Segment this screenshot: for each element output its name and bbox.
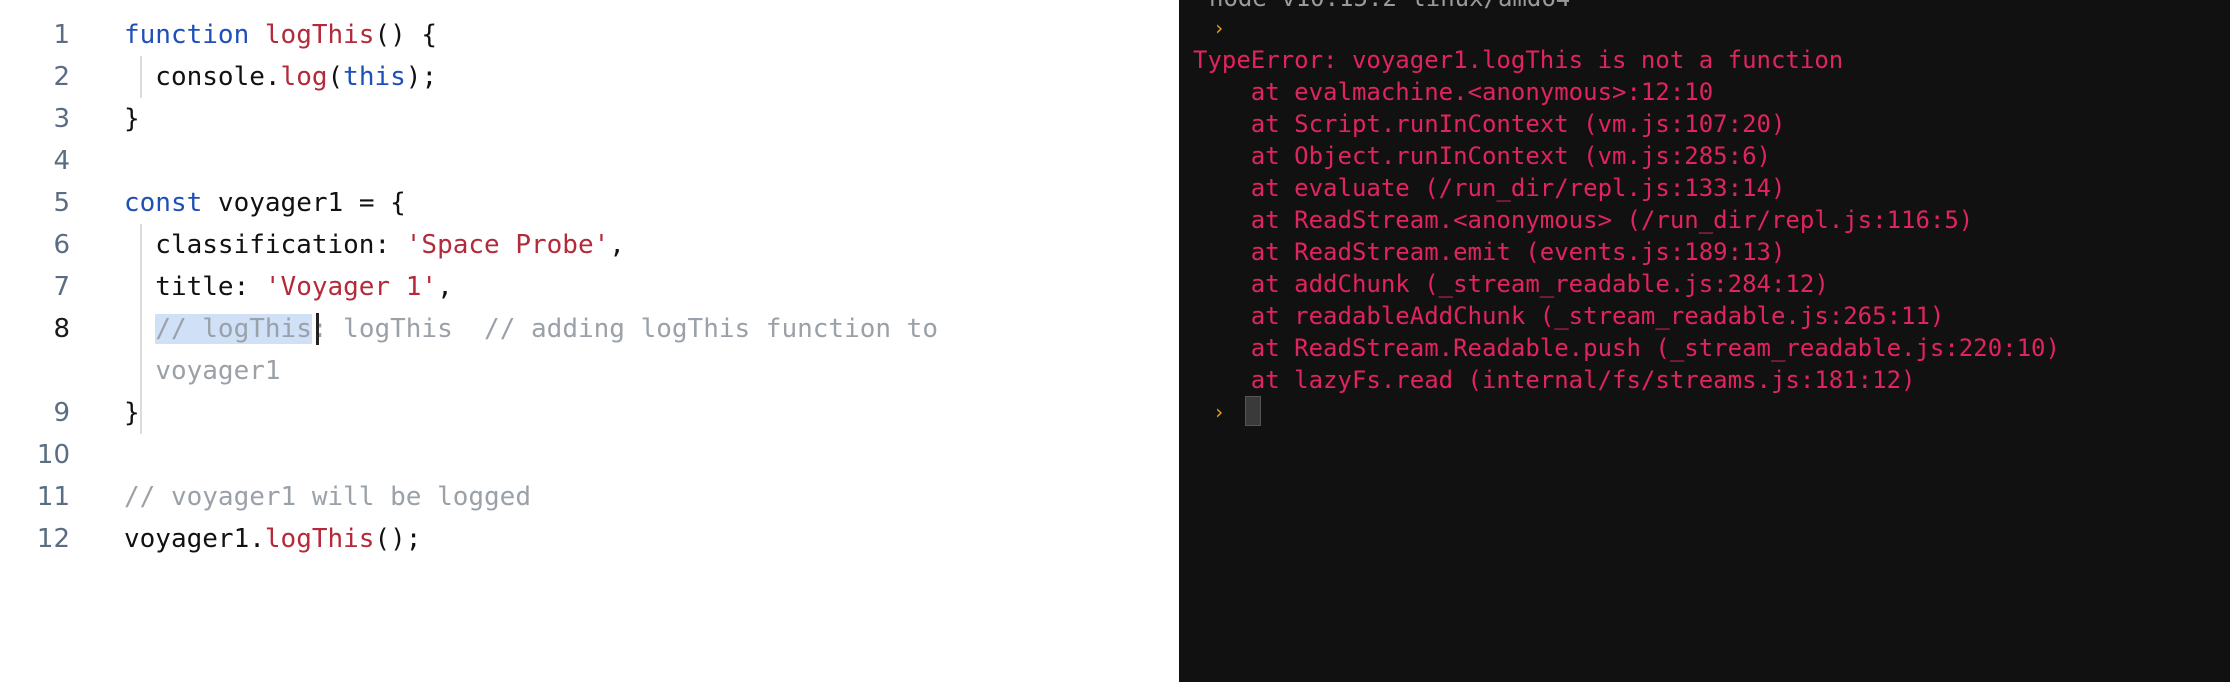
prompt-icon: › [1213,400,1226,424]
code-line[interactable]: 9} [0,392,1127,434]
line-number: 6 [53,230,70,260]
code-token: (); [374,524,422,554]
stack-trace-line: at ReadStream.Readable.push (_stream_rea… [1193,334,2060,362]
code-token: // voyager1 will be logged [124,482,531,512]
code-token: , [609,230,625,260]
code-token: } [124,104,140,134]
code-token: classification: [124,230,406,260]
code-token: , [437,272,453,302]
code-token: ( [327,62,344,92]
code-token: voyager1 [155,356,281,386]
line-number: 10 [36,440,70,470]
terminal-input-cursor[interactable] [1245,396,1261,426]
code-token: function [124,20,250,50]
code-token: 'Voyager 1' [264,272,438,302]
text-cursor [316,313,319,345]
code-token: voyager1. [124,524,265,554]
line-number: 9 [53,398,70,428]
code-token: : logThis // adding logThis function to [311,314,938,344]
code-token: 'Space Probe' [405,230,610,260]
terminal-header: node v10.15.2 linux/amd64 [1209,0,1570,14]
code-line[interactable]: 2 console.log(this); [0,56,1127,98]
code-token: ); [405,62,438,92]
code-token: const [124,188,203,218]
stack-trace-line: at evalmachine.<anonymous>:12:10 [1193,78,1714,106]
code-token: logThis [264,524,375,554]
code-text[interactable]: } [124,98,140,140]
code-line[interactable]: 12 voyager1.logThis(); [0,518,1127,560]
stack-trace-line: at evaluate (/run_dir/repl.js:133:14) [1193,174,1786,202]
code-token: voyager1 = { [202,188,406,218]
code-text[interactable]: } [124,392,140,434]
code-line[interactable]: 8 // logThis: logThis // adding logThis … [0,308,1127,350]
code-line[interactable]: 11 // voyager1 will be logged [0,476,1127,518]
error-message: TypeError: voyager1.logThis is not a fun… [1193,46,1844,74]
code-token: title: [124,272,265,302]
line-number: 12 [36,524,70,554]
stack-trace-line: at Object.runInContext (vm.js:285:6) [1193,142,1771,170]
code-token: log [280,62,328,92]
stack-trace-line: at readableAddChunk (_stream_readable.js… [1193,302,1945,330]
code-token: this [343,62,406,92]
indent-guide [140,56,142,98]
stack-trace-line: at lazyFs.read (internal/fs/streams.js:1… [1193,366,1916,394]
code-token: () { [374,20,438,50]
code-text[interactable]: function logThis() { [124,14,437,56]
code-line[interactable]: 7 title: 'Voyager 1', [0,266,1127,308]
code-text[interactable]: // voyager1 will be logged [124,476,531,518]
code-text[interactable]: voyager1 [124,350,281,392]
line-number: 2 [53,62,70,92]
code-line[interactable]: 10 [0,434,1127,476]
terminal-pane[interactable]: node v10.15.2 linux/amd64 › TypeError: v… [1179,0,2230,682]
line-number: 11 [36,482,70,512]
pane-divider[interactable] [1127,0,1179,682]
code-token: // logThis [155,314,312,344]
line-number: 8 [53,314,70,344]
stack-trace-line: at addChunk (_stream_readable.js:284:12) [1193,270,1829,298]
code-text[interactable]: const voyager1 = { [124,182,406,224]
code-line[interactable]: voyager1 [0,350,1127,392]
line-number: 3 [53,104,70,134]
code-line[interactable]: 6 classification: 'Space Probe', [0,224,1127,266]
stack-trace-line: at Script.runInContext (vm.js:107:20) [1193,110,1786,138]
line-number: 7 [53,272,70,302]
line-number: 4 [53,146,70,176]
code-text[interactable]: console.log(this); [124,56,437,98]
code-line[interactable]: 5 const voyager1 = { [0,182,1127,224]
code-line[interactable]: 1 function logThis() { [0,14,1127,56]
prompt-icon: › [1213,16,1226,40]
code-token: logThis [264,20,375,50]
code-text[interactable]: // logThis: logThis // adding logThis fu… [124,308,938,350]
code-line[interactable]: 4 [0,140,1127,182]
indent-guide [140,224,142,434]
code-text[interactable]: title: 'Voyager 1', [124,266,453,308]
stack-trace-line: at ReadStream.<anonymous> (/run_dir/repl… [1193,206,1974,234]
code-text[interactable]: voyager1.logThis(); [124,518,421,560]
stack-trace-line: at ReadStream.emit (events.js:189:13) [1193,238,1786,266]
code-text[interactable]: classification: 'Space Probe', [124,224,625,266]
line-number: 1 [53,20,70,50]
code-line[interactable]: 3} [0,98,1127,140]
line-number: 5 [53,188,70,218]
code-token: } [124,398,140,428]
code-editor[interactable]: 1 function logThis() {2 console.log(this)… [0,0,1127,682]
code-token: console. [124,62,281,92]
